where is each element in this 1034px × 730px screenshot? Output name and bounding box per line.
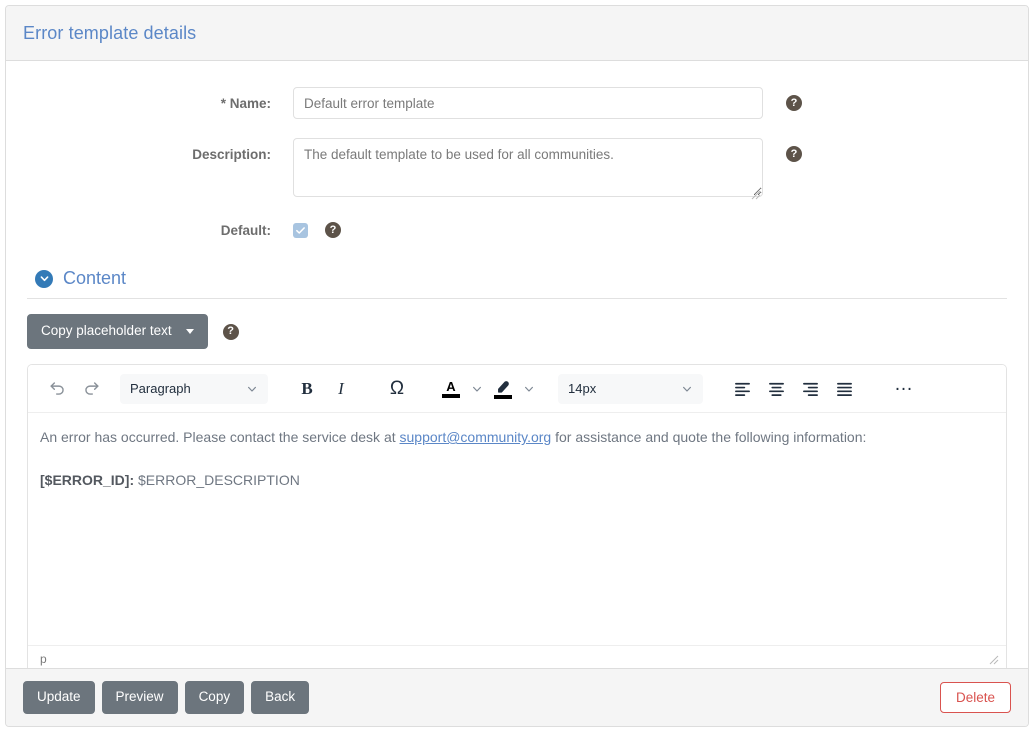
undo-icon[interactable] [40, 372, 74, 406]
editor-status-bar: p [28, 645, 1006, 668]
chevron-down-icon [683, 386, 691, 392]
details-card: Error template details * Name: ? Descrip… [5, 5, 1029, 727]
card-header: Error template details [6, 6, 1028, 61]
editor-paragraph-2: [$ERROR_ID]: $ERROR_DESCRIPTION [40, 470, 994, 491]
footer-actions: Update Preview Copy Back [23, 681, 310, 714]
editor-paragraph-1: An error has occurred. Please contact th… [40, 427, 994, 448]
description-help-icon[interactable]: ? [786, 146, 802, 162]
error-description-placeholder: $ERROR_DESCRIPTION [134, 472, 300, 489]
align-left-icon[interactable] [725, 372, 759, 406]
description-textarea[interactable]: The default template to be used for all … [293, 138, 763, 197]
more-options-button[interactable]: … [887, 368, 921, 409]
default-label: Default: [220, 223, 271, 238]
description-row: Description: The default template to be … [6, 138, 1028, 202]
preview-button[interactable]: Preview [101, 681, 178, 714]
text-color-chevron-down-icon[interactable] [466, 374, 488, 404]
content-section-header[interactable]: Content [6, 268, 1028, 289]
text-color-button[interactable]: A [436, 372, 466, 406]
section-divider [27, 298, 1007, 300]
font-size-select[interactable]: 14px [558, 373, 703, 404]
default-row: Default: ? [6, 222, 1028, 239]
chevron-down-icon[interactable] [35, 269, 53, 288]
highlight-icon[interactable] [488, 372, 518, 406]
paragraph1-text-before: An error has occurred. Please contact th… [40, 429, 400, 446]
back-button[interactable]: Back [251, 681, 310, 714]
error-id-placeholder: [$ERROR_ID]: [40, 472, 135, 489]
footer-danger-actions: Delete [939, 682, 1011, 713]
align-center-icon[interactable] [759, 372, 793, 406]
description-label: Description: [192, 147, 271, 162]
copy-placeholder-text-button[interactable]: Copy placeholder text [27, 314, 208, 350]
align-justify-icon[interactable] [827, 372, 861, 406]
name-label: * Name: [220, 96, 271, 111]
card-body: * Name: ? Description: The default templ… [6, 61, 1028, 668]
caret-down-icon [185, 329, 194, 335]
highlight-chevron-down-icon[interactable] [518, 374, 540, 404]
content-section-title: Content [63, 268, 127, 289]
copy-button[interactable]: Copy [184, 681, 245, 714]
redo-icon[interactable] [74, 372, 108, 406]
name-help-icon[interactable]: ? [786, 95, 802, 111]
highlight-color-swatch [494, 394, 512, 399]
paragraph1-text-after: for assistance and quote the following i… [551, 429, 867, 446]
bold-button[interactable]: B [290, 372, 324, 406]
update-button[interactable]: Update [23, 681, 95, 714]
name-row: * Name: ? [6, 87, 1028, 119]
name-input[interactable] [293, 87, 763, 119]
check-icon [296, 226, 305, 234]
editor-element-path[interactable]: p [40, 652, 47, 666]
font-size-value: 14px [568, 381, 597, 397]
special-character-button[interactable]: Ω [380, 372, 414, 406]
copy-placeholder-help-icon[interactable]: ? [222, 323, 239, 340]
editor-toolbar: Paragraph B I Ω A 14px … [28, 365, 1006, 414]
rich-text-editor: Paragraph B I Ω A 14px … An error has oc… [27, 364, 1007, 668]
delete-button[interactable]: Delete [939, 682, 1011, 713]
editor-content-area[interactable]: An error has occurred. Please contact th… [28, 413, 1006, 646]
text-color-letter: A [446, 378, 456, 394]
page-title: Error template details [23, 22, 197, 43]
align-right-icon[interactable] [793, 372, 827, 406]
block-format-select[interactable]: Paragraph [120, 373, 268, 404]
chevron-down-icon [248, 386, 256, 392]
default-help-icon[interactable]: ? [325, 222, 341, 238]
editor-resize-grip[interactable] [986, 652, 1000, 666]
error-template-details-page: Error template details * Name: ? Descrip… [0, 0, 1034, 730]
italic-button[interactable]: I [324, 372, 358, 406]
text-color-swatch [442, 393, 460, 398]
support-email-link[interactable]: support@community.org [400, 429, 552, 445]
copy-placeholder-row: Copy placeholder text ? [6, 314, 1028, 350]
copy-placeholder-text-label: Copy placeholder text [41, 323, 172, 339]
default-checkbox[interactable] [293, 222, 308, 238]
block-format-value: Paragraph [130, 381, 191, 397]
card-footer: Update Preview Copy Back Delete [6, 668, 1028, 726]
